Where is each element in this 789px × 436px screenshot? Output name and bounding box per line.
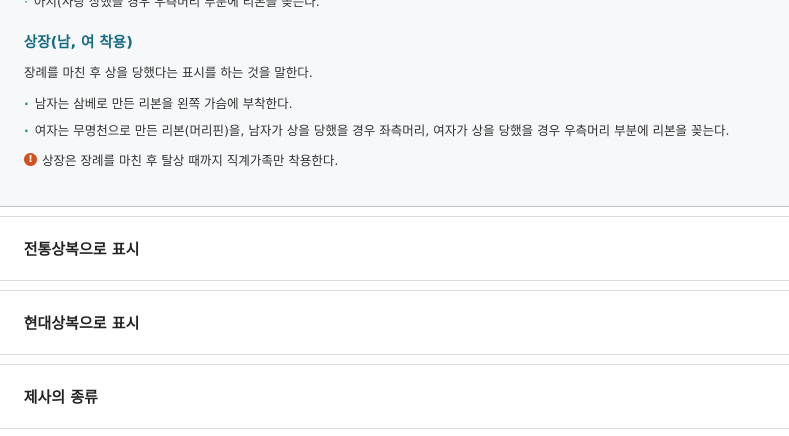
accordion-item-label: 제사의 종류 xyxy=(24,388,99,406)
clipped-text: 아지(사랑 상했을 경우 우측머리 부분에 리본을 꽂는다. xyxy=(33,0,320,9)
accordion-item-modern-mourning[interactable]: 현대상복으로 표시 xyxy=(0,290,789,355)
list-item-text: 여자는 무명천으로 만든 리본(머리핀)을, 남자가 상을 당했을 경우 좌측머… xyxy=(34,123,730,138)
bullet-dot: · xyxy=(24,123,29,138)
note-text: 상장은 장례를 마친 후 탈상 때까지 직계가족만 착용한다. xyxy=(42,153,339,168)
accordion-item-ancestral-rites[interactable]: 제사의 종류 xyxy=(0,364,789,429)
bullet-dot: · xyxy=(24,0,28,9)
note: ! 상장은 장례를 마친 후 탈상 때까지 직계가족만 착용한다. xyxy=(24,150,338,169)
list-item-text: 남자는 삼베로 만든 리본을 왼쪽 가슴에 부착한다. xyxy=(34,96,293,111)
content-panel: · 아지(사랑 상했을 경우 우측머리 부분에 리본을 꽂는다. 상장(남, 여 … xyxy=(0,0,789,207)
bullet-dot: · xyxy=(24,96,29,111)
accordion-item-label: 전통상복으로 표시 xyxy=(24,240,140,258)
list-item: · 남자는 삼베로 만든 리본을 왼쪽 가슴에 부착한다. xyxy=(24,93,293,112)
exclamation-circle-icon: ! xyxy=(24,153,37,166)
accordion-item-label: 현대상복으로 표시 xyxy=(24,314,140,332)
accordion-item-traditional-mourning[interactable]: 전통상복으로 표시 xyxy=(0,216,789,281)
section-description: 장례를 마친 후 상을 당했다는 표시를 하는 것을 말한다. xyxy=(24,65,313,80)
clipped-text-line: · 아지(사랑 상했을 경우 우측머리 부분에 리본을 꽂는다. xyxy=(24,0,320,10)
section-title: 상장(남, 여 착용) xyxy=(24,35,133,51)
list-item: · 여자는 무명천으로 만든 리본(머리핀)을, 남자가 상을 당했을 경우 좌측… xyxy=(24,120,730,139)
